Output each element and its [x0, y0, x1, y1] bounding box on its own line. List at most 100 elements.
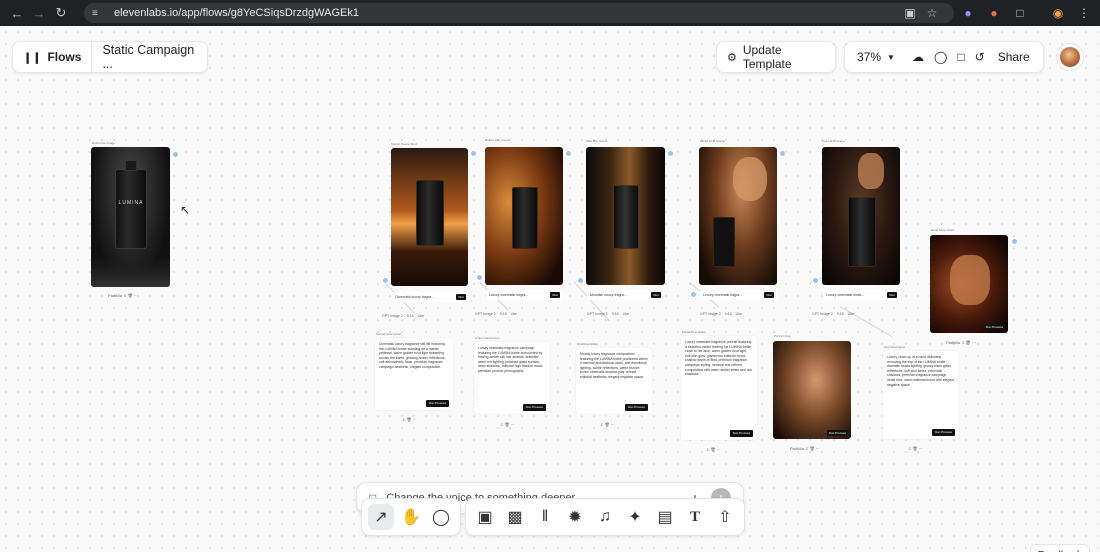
node-title: Rim Description	[577, 342, 599, 346]
output-port[interactable]	[565, 150, 572, 157]
node-meta: GPT Image 2 9:16 Like	[700, 311, 742, 316]
text-node[interactable]: Cinematic luxury fragrance still life fe…	[375, 338, 453, 410]
reload-icon[interactable]: ↻	[50, 2, 72, 24]
browser-chrome: ← → ↻ ≡ elevenlabs.io/app/flows/g8YeCSiq…	[0, 0, 1100, 26]
text-tool-icon[interactable]: T	[682, 504, 708, 530]
image-node[interactable]	[391, 148, 468, 286]
input-port[interactable]	[812, 277, 819, 284]
text-node[interactable]: Luxury cinematic fragrance portrait feat…	[681, 336, 757, 440]
image-node[interactable]	[699, 147, 777, 285]
image-node-icon[interactable]: ▣	[472, 504, 498, 530]
bookmark-star-icon[interactable]: ☆	[922, 3, 942, 23]
share-button[interactable]: Share	[990, 42, 1038, 72]
text-node[interactable]: Moody luxury fragrance composition featu…	[576, 348, 652, 414]
input-port[interactable]	[690, 291, 697, 298]
node-footer: ⇩ 🗑 ⋯	[500, 422, 515, 427]
upload-icon[interactable]: ⇧	[712, 504, 738, 530]
music-note-icon[interactable]: ♫	[592, 504, 618, 530]
output-port[interactable]	[1011, 238, 1018, 245]
address-bar[interactable]: ≡ elevenlabs.io/app/flows/g8YeCSiqsDrzdg…	[84, 3, 954, 23]
text-node[interactable]: Luxury close-up of a hand delicately rem…	[883, 351, 959, 439]
chevron-down-icon: ▼	[887, 52, 895, 62]
image-node[interactable]	[586, 147, 665, 285]
node-footer: Padiklia ⇩ 🗑 ⋯	[946, 340, 976, 345]
node-title: Reference Image	[92, 141, 116, 145]
image-node[interactable]	[485, 147, 563, 285]
menu-kebab-icon[interactable]: ⋮	[1074, 3, 1094, 23]
cloud-sync-icon[interactable]: ☁	[907, 42, 929, 72]
node-footer: ⇩ 🗑 ⋯	[706, 447, 721, 452]
project-title[interactable]: Static Campaign ...	[92, 42, 207, 72]
install-icon[interactable]: ▣	[900, 3, 920, 23]
node-meta: GPT Image 2 9:16 Like	[812, 311, 854, 316]
upscale-icon[interactable]: ▤	[652, 504, 678, 530]
flows-button[interactable]: ❙❙ Flows	[13, 42, 93, 72]
node-footer: ⇩ 🗑 ⋯	[600, 422, 615, 427]
node-footer: Padiklia ⇩ 🗑 ⋯	[790, 446, 820, 451]
node-title: Cap Description	[884, 345, 906, 349]
audio-waveform-icon[interactable]: ‖	[532, 504, 558, 530]
select-tool-icon[interactable]: ↗	[368, 504, 394, 530]
forward-icon[interactable]: →	[28, 2, 50, 24]
node-title: Portrait Crop	[774, 334, 792, 338]
image-node[interactable]	[822, 147, 900, 285]
update-template-button[interactable]: ⚙ Update Template	[716, 41, 836, 73]
input-port[interactable]	[577, 277, 584, 284]
output-port[interactable]	[172, 151, 179, 158]
output-port[interactable]	[779, 150, 786, 157]
prompt-row[interactable]: Luxury cinematic fragra... Run	[700, 290, 777, 300]
node-meta: GPT Image 2 9:16 Like	[475, 311, 517, 316]
bottle-shape	[512, 187, 538, 249]
comment-icon[interactable]: ◯	[929, 42, 952, 72]
zoom-select[interactable]: 37% ▼	[845, 42, 907, 72]
bottle-cap	[125, 160, 137, 171]
face-shape	[733, 157, 767, 201]
comment-tool-icon[interactable]: ◯	[428, 504, 454, 530]
sidebar-toggle-icon: ❙❙	[23, 51, 42, 64]
user-avatar[interactable]	[1056, 43, 1084, 71]
node-title: Amber Hair Scene	[485, 138, 510, 142]
prompt-row[interactable]: Luxury cinematic fragra... Run	[486, 290, 563, 300]
folder-icon[interactable]: □	[952, 42, 969, 72]
output-port[interactable]	[667, 150, 674, 157]
node-footer: ⇩ 🗑 ⋯	[908, 446, 923, 451]
bottle-shape	[613, 185, 639, 249]
node-title: Sunset Scene Shot	[391, 142, 417, 146]
extension-fox-icon[interactable]: ●	[984, 3, 1004, 23]
flow-canvas[interactable]: ❙❙ Flows Static Campaign ... ⚙ Update Te…	[0, 26, 1100, 552]
prompt-row[interactable]: Luxury cinematic close... Run	[823, 290, 900, 300]
node-meta: GPT Image 2 9:16 Like	[587, 311, 629, 316]
canvas-actions: 37% ▼ ☁ ◯ □ ↺ Share	[844, 41, 1044, 73]
node-title: Side Rim Scene	[586, 139, 608, 143]
reference-image-node[interactable]: LUMINA	[91, 147, 170, 287]
extension-icon[interactable]: ●	[958, 3, 978, 23]
prompt-row[interactable]: Cinematic luxury fragra... Run	[392, 292, 469, 302]
magic-sparkle-icon[interactable]: ✦	[622, 504, 648, 530]
site-settings-icon[interactable]: ≡	[92, 8, 104, 19]
node-meta: GPT Image 2 9:16 Like	[382, 313, 424, 318]
history-icon[interactable]: ↺	[970, 42, 990, 72]
profile-avatar[interactable]: ◉	[1048, 3, 1068, 23]
video-node[interactable]: Run Process	[930, 235, 1008, 333]
bottle-shape	[713, 217, 735, 267]
enhance-icon[interactable]: ✹	[562, 504, 588, 530]
input-port[interactable]	[476, 274, 483, 281]
update-template-icon: ⚙	[727, 51, 737, 64]
bottle-brand-text: LUMINA	[118, 200, 144, 206]
video-node-icon[interactable]: ▩	[502, 504, 528, 530]
image-node[interactable]: Run Process	[773, 341, 851, 439]
input-port[interactable]	[382, 277, 389, 284]
node-footer: Padiklia ⇩ 🗑 ⋯	[108, 293, 138, 298]
node-title: Model Description	[682, 330, 707, 334]
url-text: elevenlabs.io/app/flows/g8YeCSiqsDrzdgWA…	[114, 7, 359, 19]
text-node[interactable]: Luxury cinematic fragrance campaign feat…	[474, 342, 550, 414]
prompt-row[interactable]: Moodish luxury fragra... Run	[587, 290, 664, 300]
feedback-button[interactable]: Feedback	[1030, 544, 1090, 552]
hand-tool-icon[interactable]: ✋	[398, 504, 424, 530]
output-port[interactable]	[470, 150, 477, 157]
bottle-shape	[848, 197, 876, 267]
back-icon[interactable]: ←	[6, 2, 28, 24]
navigation-toolbar: ↗ ✋ ◯	[361, 498, 461, 536]
pedestal-shape	[91, 257, 170, 287]
extensions-puzzle-icon[interactable]: □	[1010, 3, 1030, 23]
